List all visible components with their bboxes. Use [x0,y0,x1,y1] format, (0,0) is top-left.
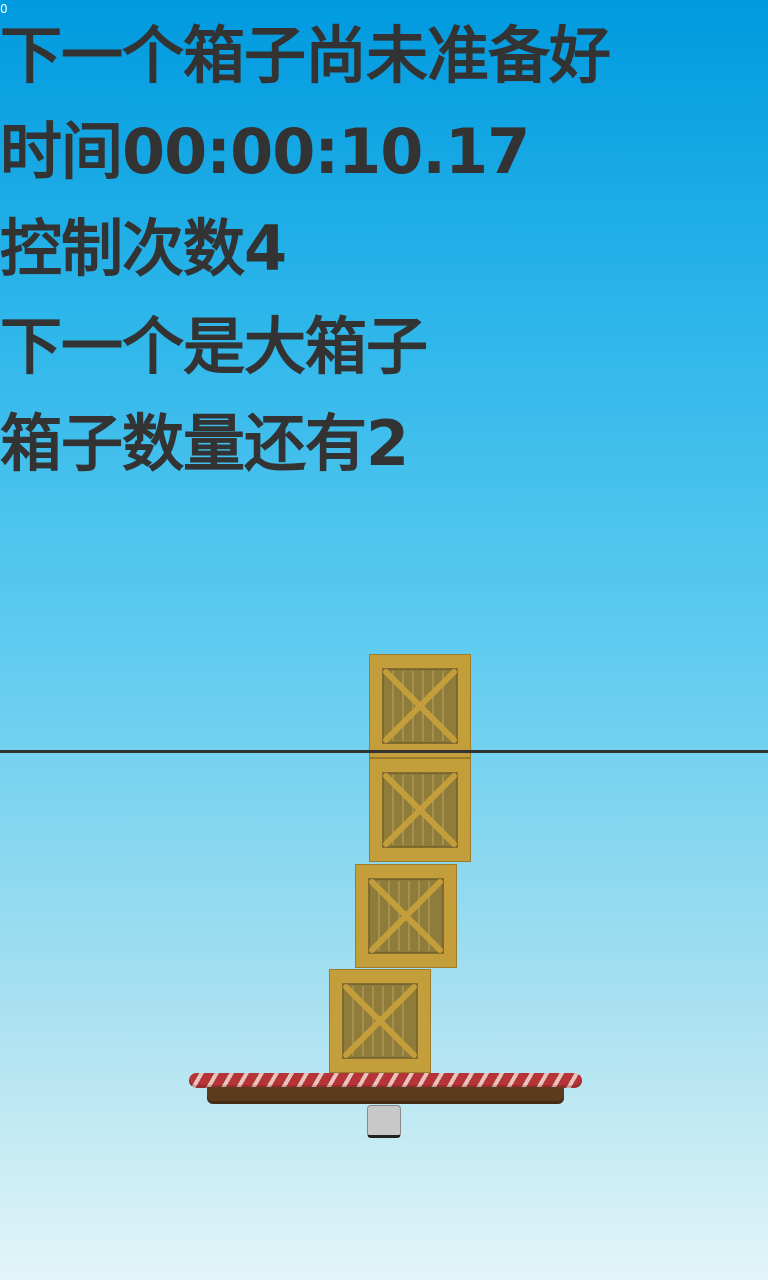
box-status-text: 下一个箱子尚未准备好 [0,19,611,92]
timer-text: 时间00:00:10.17 [0,115,530,188]
fps-counter: 0 [0,2,8,16]
platform-top [189,1073,582,1088]
boxes-remaining-text: 箱子数量还有2 [0,407,409,480]
target-height-line [0,750,768,753]
next-box-text: 下一个是大箱子 [0,310,428,383]
control-count-text: 控制次数4 [0,212,287,285]
platform-base [207,1087,564,1104]
platform-pivot [367,1105,401,1138]
crate [369,758,471,862]
crate [355,864,457,968]
crate [369,654,471,758]
crate [329,969,431,1073]
